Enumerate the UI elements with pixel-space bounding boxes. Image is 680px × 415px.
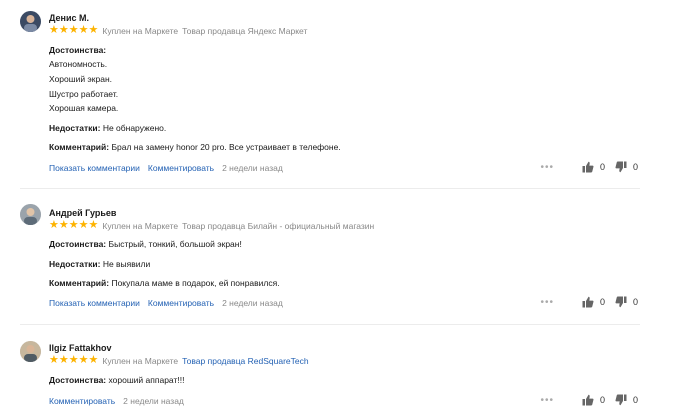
dislike-count: 0 [632,297,638,307]
pros-line: Шустро работает. [49,89,119,99]
review-meta: ★ ★ ★ ★ ★ Куплен на Маркете Товар продавца R… [49,355,309,366]
dislike-count: 0 [632,162,638,172]
pros-label: Достоинства: [49,375,107,385]
pros-line: Хорошая камера. [49,103,119,113]
like-count: 0 [599,297,605,307]
pros-value: хороший аппарат!!! [108,375,185,385]
like-button[interactable]: 0 [582,296,605,308]
like-count: 0 [599,395,605,405]
cons-value: Не обнаружено. [102,123,167,133]
comment-label: Комментарий: [49,142,110,152]
pros-label: Достоинства: [49,239,107,249]
seller-label: Товар продавца Билайн - официальный мага… [182,220,375,231]
more-dots-icon[interactable]: ••• [540,297,554,308]
review-meta: ★ ★ ★ ★ ★ Куплен на Маркете Товар продавца Б… [49,220,374,231]
star-icon: ★ [88,354,99,366]
cons-value: Не выявили [102,259,151,269]
star-icon: ★ [49,24,59,36]
cons-text: Недостатки: Не обнаружено. [49,123,166,133]
seller-label: Товар продавца Яндекс Маркет [182,25,308,36]
add-comment-link[interactable]: Комментировать [148,298,214,308]
review-actions: Комментировать 2 недели назад [49,396,184,406]
star-icon: ★ [49,219,59,231]
review-time: 2 недели назад [222,298,283,308]
star-icon: ★ [88,24,99,36]
thumbs-up-icon [582,161,594,173]
star-icon: ★ [78,24,89,36]
bought-on-market: Куплен на Маркете [102,355,179,366]
review-actions: Показать комментарии Комментировать 2 не… [49,298,283,308]
star-icon: ★ [68,354,79,366]
pros-line: Автономность. [49,59,108,69]
avatar[interactable] [20,341,41,362]
review-time: 2 недели назад [222,163,283,173]
review-actions: Показать комментарии Комментировать 2 не… [49,163,283,173]
add-comment-link[interactable]: Комментировать [148,163,214,173]
add-comment-link[interactable]: Комментировать [49,396,115,406]
review-divider [20,324,640,325]
avatar[interactable] [20,204,41,225]
review-author[interactable]: Андрей Гурьев [49,208,116,218]
review-time: 2 недели назад [123,396,184,406]
dislike-button[interactable]: 0 [615,296,638,308]
star-icon: ★ [68,219,79,231]
star-icon: ★ [49,354,59,366]
review-divider [20,188,640,189]
star-icon: ★ [58,354,69,366]
pros-label: Достоинства: [49,45,107,55]
thumbs-up-icon [582,296,594,308]
rating-stars: ★ ★ ★ ★ ★ [49,220,98,231]
like-button[interactable]: 0 [582,394,605,406]
star-icon: ★ [88,219,99,231]
star-icon: ★ [78,219,89,231]
show-comments-link[interactable]: Показать комментарии [49,298,140,308]
star-icon: ★ [78,354,89,366]
review-meta: ★ ★ ★ ★ ★ Куплен на Маркете Товар продавца Я… [49,25,307,36]
dislike-button[interactable]: 0 [615,394,638,406]
seller-link[interactable]: Товар продавца RedSquareTech [182,356,308,366]
comment-value: Брал на замену honor 20 pro. Все устраив… [111,142,341,152]
bought-on-market: Куплен на Маркете [102,25,179,36]
comment-label: Комментарий: [49,278,110,288]
avatar[interactable] [20,11,41,32]
dislike-count: 0 [632,395,638,405]
comment-value: Покупала маме в подарок, ей понравился. [111,278,280,288]
review-author[interactable]: Ilgiz Fattakhov [49,343,112,353]
star-icon: ★ [68,24,79,36]
vote-tools: ••• 0 0 [540,161,638,173]
more-dots-icon[interactable]: ••• [540,395,554,406]
rating-stars: ★ ★ ★ ★ ★ [49,25,98,36]
pros-value: Быстрый, тонкий, большой экран! [108,239,242,249]
more-dots-icon[interactable]: ••• [540,162,554,173]
bought-on-market: Куплен на Маркете [102,220,179,231]
like-count: 0 [599,162,605,172]
cons-label: Недостатки: [49,123,101,133]
like-button[interactable]: 0 [582,161,605,173]
vote-tools: ••• 0 0 [540,394,638,406]
dislike-button[interactable]: 0 [615,161,638,173]
cons-label: Недостатки: [49,259,101,269]
pros-text: Достоинства: Быстрый, тонкий, большой эк… [49,239,242,249]
thumbs-down-icon [615,296,627,308]
vote-tools: ••• 0 0 [540,296,638,308]
show-comments-link[interactable]: Показать комментарии [49,163,140,173]
star-icon: ★ [58,24,69,36]
review-author[interactable]: Денис М. [49,13,89,23]
cons-text: Недостатки: Не выявили [49,259,150,269]
pros-text: Достоинства: хороший аппарат!!! [49,375,184,385]
thumbs-down-icon [615,394,627,406]
thumbs-down-icon [615,161,627,173]
rating-stars: ★ ★ ★ ★ ★ [49,355,98,366]
comment-text: Комментарий: Покупала маме в подарок, ей… [49,278,280,288]
comment-text: Комментарий: Брал на замену honor 20 pro… [49,142,341,152]
star-icon: ★ [58,219,69,231]
thumbs-up-icon [582,394,594,406]
pros-line: Хороший экран. [49,74,112,84]
